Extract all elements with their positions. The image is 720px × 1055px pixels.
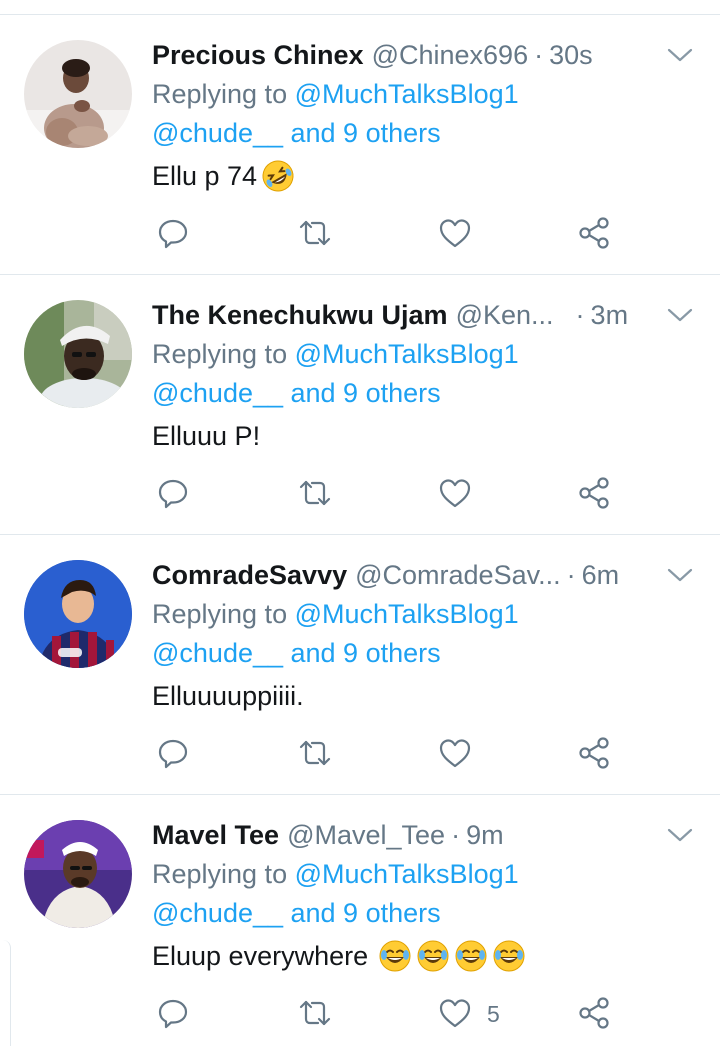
like-icon[interactable] <box>437 735 473 771</box>
tweet-body: Elluuu P! <box>152 421 261 451</box>
replying-to-label: Replying to <box>152 339 288 369</box>
share-icon[interactable] <box>577 735 613 771</box>
tweet[interactable]: Mavel Tee @Mavel_Tee · 9m Replying to @M… <box>0 795 720 1055</box>
display-name[interactable]: Precious Chinex <box>152 40 364 71</box>
tears-of-joy-emoji-icon <box>416 939 450 973</box>
retweet-icon[interactable] <box>297 995 333 1031</box>
tweet-header: Mavel Tee @Mavel_Tee · 9m <box>152 815 652 855</box>
user-handle[interactable]: @ComradeSav... <box>355 560 560 591</box>
like-count: 5 <box>487 1001 500 1027</box>
separator: · <box>534 39 544 70</box>
left-edge-panel <box>0 940 11 1046</box>
share-icon[interactable] <box>577 215 613 251</box>
display-name[interactable]: The Kenechukwu Ujam <box>152 300 448 331</box>
tweet-text: Eluup everywhere <box>152 936 526 976</box>
display-name[interactable]: ComradeSavvy <box>152 560 347 591</box>
reply-others-link[interactable]: @chude__ and 9 others <box>152 378 441 408</box>
user-handle[interactable]: @Chinex696 <box>372 40 529 71</box>
rolling-on-floor-laughing-emoji-icon <box>261 159 295 193</box>
share-icon[interactable] <box>577 475 613 511</box>
tweet-text: Elluuu P! <box>152 416 260 456</box>
retweet-icon[interactable] <box>297 215 333 251</box>
reply-others-link[interactable]: @chude__ and 9 others <box>152 638 441 668</box>
replying-to: Replying to @MuchTalksBlog1 @chude__ and… <box>152 855 519 933</box>
avatar[interactable] <box>24 820 132 928</box>
chevron-down-icon[interactable] <box>665 303 695 327</box>
replying-to: Replying to @MuchTalksBlog1 @chude__ and… <box>152 595 519 673</box>
reply-mention-link[interactable]: @MuchTalksBlog1 <box>295 79 519 109</box>
like-icon[interactable] <box>437 475 473 511</box>
replying-to: Replying to @MuchTalksBlog1 @chude__ and… <box>152 75 519 153</box>
tweet-actions: 5 <box>0 995 720 1039</box>
reply-icon[interactable] <box>155 995 191 1031</box>
user-handle[interactable]: @Ken... <box>456 300 554 331</box>
tweet-body: Eluup everywhere <box>152 941 369 971</box>
tweet[interactable]: Precious Chinex @Chinex696 · 30s Replyin… <box>0 15 720 275</box>
retweet-icon[interactable] <box>297 735 333 771</box>
avatar[interactable] <box>24 40 132 148</box>
replying-to-label: Replying to <box>152 79 288 109</box>
tweet-body: Elluuuuppiiii. <box>152 681 304 711</box>
tears-of-joy-emoji-icon <box>492 939 526 973</box>
tweet-actions <box>0 735 720 779</box>
like-icon[interactable] <box>437 995 473 1031</box>
tweet-text: Ellu p 74 <box>152 156 295 196</box>
timestamp[interactable]: 30s <box>549 40 593 71</box>
chevron-down-icon[interactable] <box>665 43 695 67</box>
replying-to-label: Replying to <box>152 859 288 889</box>
reply-mention-link[interactable]: @MuchTalksBlog1 <box>295 599 519 629</box>
separator: · <box>451 819 461 850</box>
reply-mention-link[interactable]: @MuchTalksBlog1 <box>295 339 519 369</box>
tweet-actions <box>0 475 720 519</box>
tweet[interactable]: ComradeSavvy @ComradeSav... · 6m Replyin… <box>0 535 720 795</box>
tweet-header: The Kenechukwu Ujam @Ken... · 3m <box>152 295 652 335</box>
tweet-actions <box>0 215 720 259</box>
tweet-header: Precious Chinex @Chinex696 · 30s <box>152 35 652 75</box>
user-handle[interactable]: @Mavel_Tee <box>287 820 445 851</box>
separator: · <box>566 559 576 590</box>
tweet[interactable]: The Kenechukwu Ujam @Ken... · 3m Replyin… <box>0 275 720 535</box>
tears-of-joy-emoji-icon <box>378 939 412 973</box>
reply-others-link[interactable]: @chude__ and 9 others <box>152 898 441 928</box>
reply-mention-link[interactable]: @MuchTalksBlog1 <box>295 859 519 889</box>
avatar[interactable] <box>24 560 132 668</box>
replying-to: Replying to @MuchTalksBlog1 @chude__ and… <box>152 335 519 413</box>
chevron-down-icon[interactable] <box>665 823 695 847</box>
reply-icon[interactable] <box>155 215 191 251</box>
reply-icon[interactable] <box>155 735 191 771</box>
timestamp[interactable]: 6m <box>582 560 620 591</box>
tweet-text: Elluuuuppiiii. <box>152 676 304 716</box>
avatar[interactable] <box>24 300 132 408</box>
reply-others-link[interactable]: @chude__ and 9 others <box>152 118 441 148</box>
replying-to-label: Replying to <box>152 599 288 629</box>
tweet-header: ComradeSavvy @ComradeSav... · 6m <box>152 555 652 595</box>
display-name[interactable]: Mavel Tee <box>152 820 279 851</box>
reply-icon[interactable] <box>155 475 191 511</box>
like-icon[interactable] <box>437 215 473 251</box>
chevron-down-icon[interactable] <box>665 563 695 587</box>
tweet-body: Ellu p 74 <box>152 161 258 191</box>
separator: · <box>575 299 585 330</box>
retweet-icon[interactable] <box>297 475 333 511</box>
timestamp[interactable]: 9m <box>466 820 504 851</box>
timestamp[interactable]: 3m <box>591 300 629 331</box>
tears-of-joy-emoji-icon <box>454 939 488 973</box>
share-icon[interactable] <box>577 995 613 1031</box>
